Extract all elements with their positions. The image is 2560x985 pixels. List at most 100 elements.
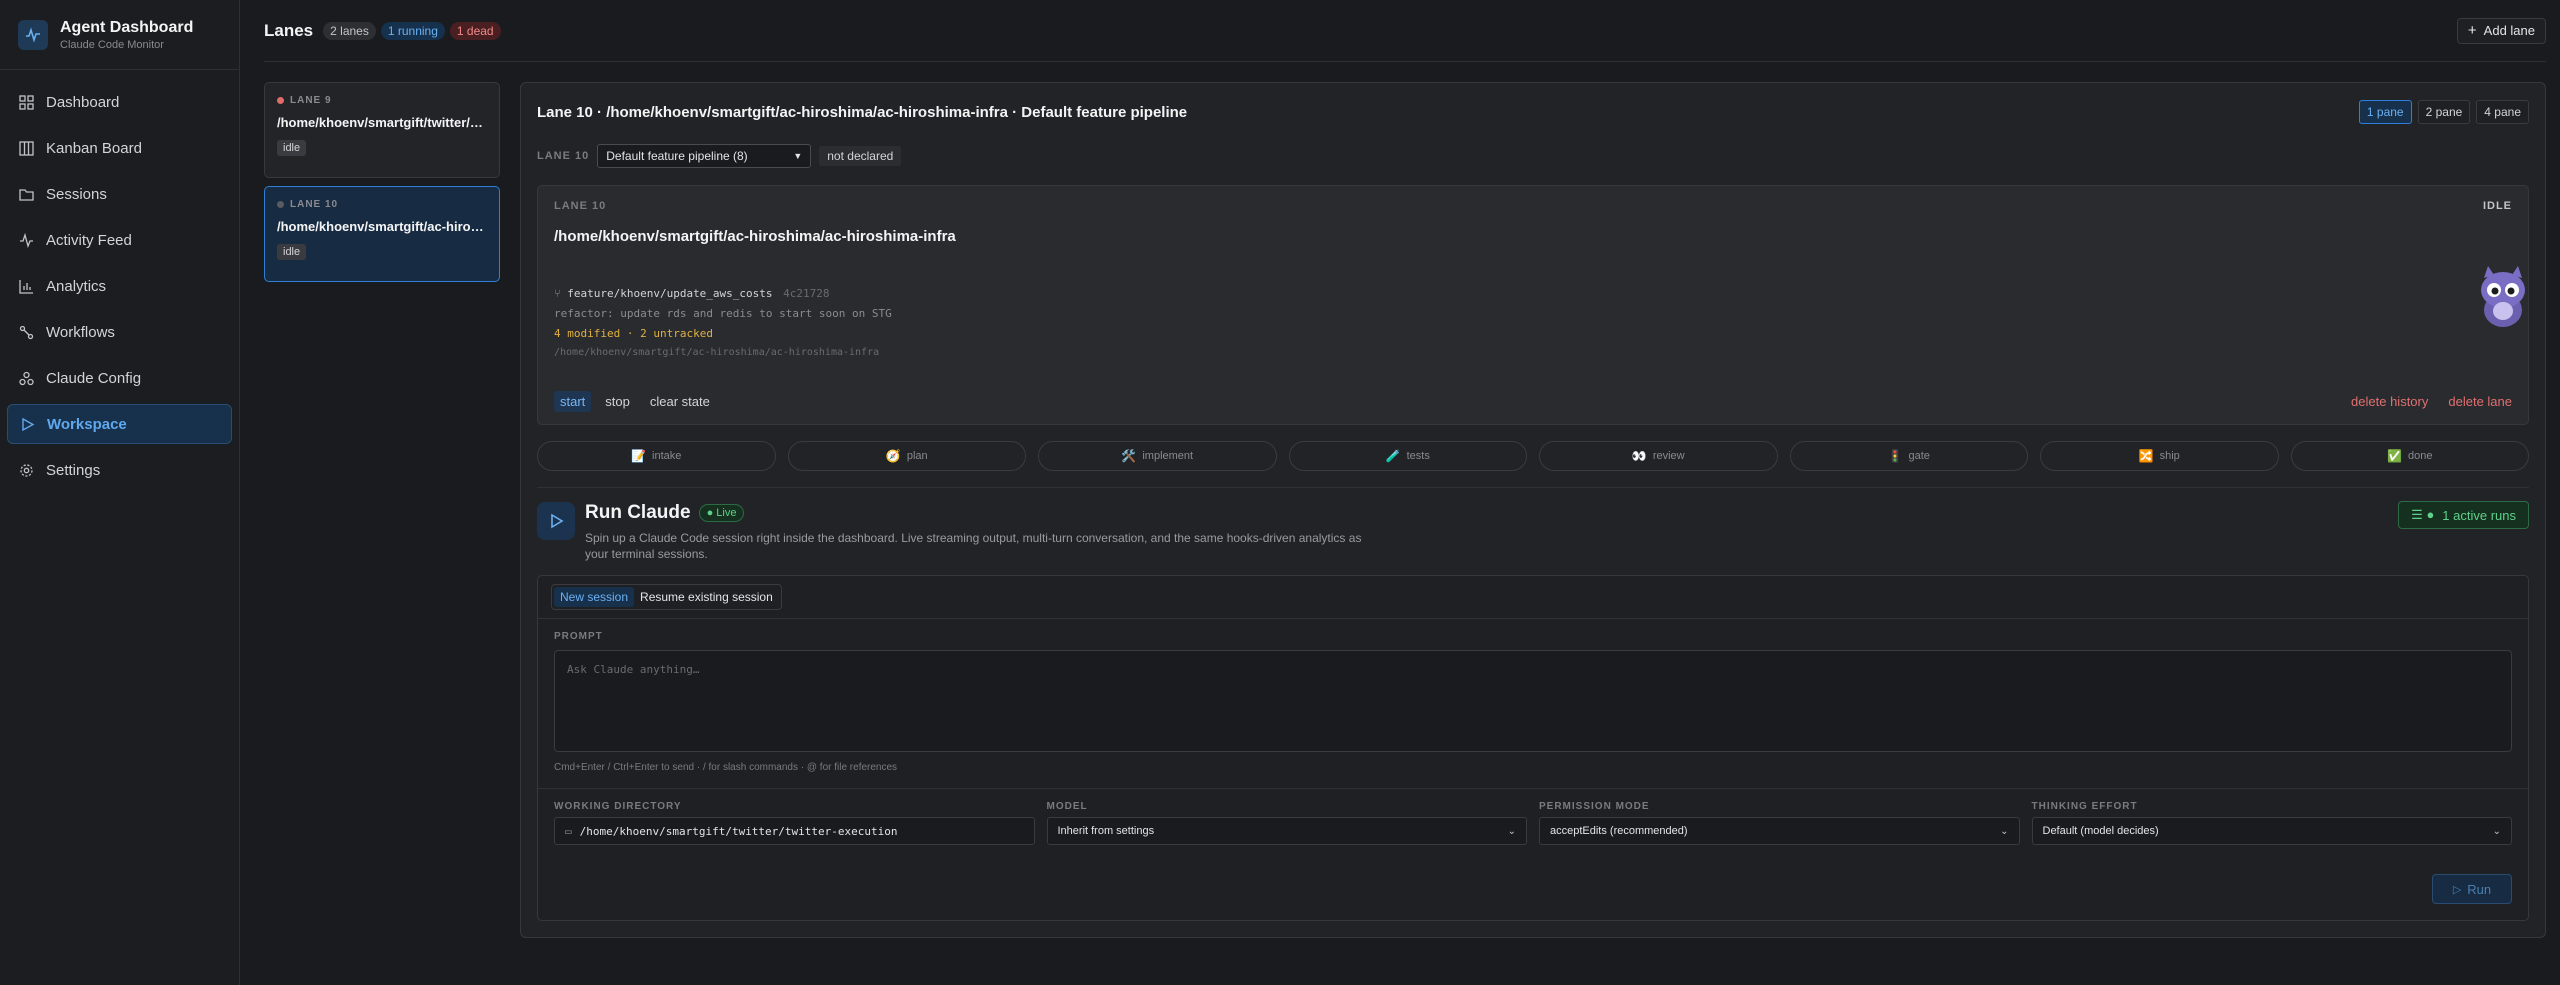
nav-label: Kanban Board — [46, 139, 142, 157]
live-label: Live — [716, 507, 737, 519]
run-button-label: Run — [2467, 881, 2492, 897]
lane-detail-path: /home/khoenv/smartgift/ac-hiroshima/ac-h… — [554, 228, 956, 245]
chevron-down-icon: ⌄ — [1507, 825, 1516, 837]
run-title: Run Claude — [585, 502, 691, 523]
lane-detail-card: LANE 10 IDLE /home/khoenv/smartgift/ac-h… — [537, 185, 2529, 425]
permission-select[interactable]: acceptEdits (recommended) ⌄ — [1539, 817, 2020, 845]
stage-label: implement — [1142, 450, 1194, 462]
prompt-area: PROMPT Ask Claude anything… Cmd+Enter / … — [538, 619, 2528, 789]
two-pane-button[interactable]: 2 pane — [2417, 100, 2471, 124]
workdir-label: WORKING DIRECTORY — [554, 801, 682, 812]
delete-lane-button[interactable]: delete lane — [2448, 394, 2512, 409]
lane-detail-header: LANE 10 IDLE — [554, 200, 2512, 212]
pipeline-select[interactable]: Default feature pipeline (8) ▼ — [597, 144, 812, 168]
model-select[interactable]: Inherit from settings ⌄ — [1046, 817, 1527, 845]
eyes-icon: 👀 — [1631, 449, 1647, 463]
lane-state-badge: idle — [277, 140, 307, 156]
stage-label: plan — [906, 450, 928, 462]
session-tabs: New session Resume existing session — [551, 584, 782, 610]
branch-name: feature/khoenv/update_aws_costs — [567, 287, 773, 300]
lane-card-9[interactable]: LANE 9 /home/khoenv/smartgift/twitter/tw… — [264, 82, 500, 178]
brand: Agent Dashboard Claude Code Monitor — [0, 0, 239, 70]
clear-state-button[interactable]: clear state — [644, 391, 716, 412]
nav-item-analytics[interactable]: Analytics — [7, 266, 232, 306]
stage-done[interactable]: ✅ done — [2290, 441, 2529, 471]
lane-path: /home/khoenv/smartgift/ac-hiroshima/ac-h… — [277, 219, 487, 234]
nav-item-dashboard[interactable]: Dashboard — [7, 82, 232, 122]
nav-item-activity-feed[interactable]: Activity Feed — [7, 220, 232, 260]
prompt-input[interactable]: Ask Claude anything… — [554, 650, 2512, 752]
lane-list: LANE 9 /home/khoenv/smartgift/twitter/tw… — [264, 82, 500, 938]
workdir-field: WORKING DIRECTORY ▭ /home/khoenv/smartgi… — [554, 801, 1035, 845]
pipeline-stages: 📝 intake 🧭 plan 🛠️ implement 🧪 tests 👀 review… — [537, 441, 2529, 471]
stage-plan[interactable]: 🧭 plan — [787, 441, 1026, 471]
delete-history-button[interactable]: delete history — [2351, 394, 2428, 409]
stage-intake[interactable]: 📝 intake — [537, 441, 776, 471]
grid-icon — [19, 94, 34, 110]
effort-select[interactable]: Default (model decides) ⌄ — [2031, 817, 2512, 845]
active-runs-label: 1 active runs — [2442, 507, 2516, 523]
stage-review[interactable]: 👀 review — [1539, 441, 1778, 471]
panel-title: Lane 10 · /home/khoenv/smartgift/ac-hiro… — [537, 103, 1188, 121]
lane-cwd: /home/khoenv/smartgift/ac-hiroshima/ac-h… — [554, 347, 880, 358]
sidebar: Agent Dashboard Claude Code Monitor Dash… — [0, 0, 240, 985]
stage-label: gate — [1908, 450, 1930, 462]
memo-icon: 📝 — [631, 449, 647, 463]
plus-icon: + — [2467, 22, 2477, 39]
nav-item-settings[interactable]: Settings — [7, 450, 232, 490]
four-pane-button[interactable]: 4 pane — [2476, 100, 2529, 124]
folder-icon — [19, 188, 34, 201]
chevron-down-icon: ⌄ — [2492, 825, 2501, 837]
brand-title: Agent Dashboard — [60, 18, 194, 36]
stage-tests[interactable]: 🧪 tests — [1288, 441, 1527, 471]
stage-implement[interactable]: 🛠️ implement — [1038, 441, 1277, 471]
run-title-row: Run Claude ● Live — [585, 502, 1385, 524]
tab-new-session[interactable]: New session — [554, 587, 635, 607]
prompt-hint: Cmd+Enter / Ctrl+Enter to send · / for s… — [554, 762, 898, 773]
workflow-icon — [19, 325, 34, 339]
stage-gate[interactable]: 🚦 gate — [1789, 441, 2028, 471]
run-claude-header: Run Claude ● Live Spin up a Claude Code … — [537, 487, 2529, 575]
list-icon: ☰ ● — [2411, 507, 2435, 522]
nav-item-workspace[interactable]: Workspace — [7, 404, 232, 444]
lane-card-10[interactable]: LANE 10 /home/khoenv/smartgift/ac-hirosh… — [264, 186, 500, 282]
lane-path: /home/khoenv/smartgift/twitter/twitter-e… — [277, 115, 487, 130]
run-button[interactable]: ▷ Run — [2432, 874, 2512, 904]
effort-value: Default (model decides) — [2042, 825, 2159, 837]
workdir-input[interactable]: ▭ /home/khoenv/smartgift/twitter/twitter… — [554, 817, 1035, 845]
pane-layout-group: 1 pane 2 pane 4 pane — [2353, 100, 2529, 124]
run-description: Spin up a Claude Code session right insi… — [585, 531, 1362, 561]
nav-item-workflows[interactable]: Workflows — [7, 312, 232, 352]
git-info: ⑂ feature/khoenv/update_aws_costs 4c2172… — [554, 287, 2512, 358]
dead-count-badge: 1 dead — [449, 21, 501, 40]
shuffle-icon: 🔀 — [2138, 449, 2154, 463]
active-runs-button[interactable]: ☰ ● 1 active runs — [2398, 501, 2529, 529]
model-label: MODEL — [1046, 801, 1088, 812]
play-icon: ▷ — [2452, 883, 2462, 896]
start-button[interactable]: start — [554, 391, 592, 412]
nav-item-kanban[interactable]: Kanban Board — [7, 128, 232, 168]
commit-message: refactor: update rds and redis to start … — [554, 307, 892, 320]
stage-label: ship — [2159, 450, 2180, 462]
nav-label: Sessions — [46, 185, 107, 203]
nav-item-claude-config[interactable]: Claude Config — [7, 358, 232, 398]
nav-item-sessions[interactable]: Sessions — [7, 174, 232, 214]
model-value: Inherit from settings — [1057, 825, 1155, 837]
stop-button[interactable]: stop — [599, 391, 636, 412]
lane-status: IDLE — [2482, 200, 2512, 212]
pipeline-select-value: Default feature pipeline (8) — [606, 149, 748, 163]
workdir-value: /home/khoenv/smartgift/twitter/twitter-e… — [579, 824, 898, 838]
nav-label: Claude Config — [46, 369, 142, 387]
nav-label: Settings — [46, 461, 101, 479]
lane-actions: start stop clear state delete history de… — [554, 391, 2512, 412]
run-options: WORKING DIRECTORY ▭ /home/khoenv/smartgi… — [538, 789, 2528, 845]
one-pane-button[interactable]: 1 pane — [2358, 100, 2412, 124]
brand-subtitle: Claude Code Monitor — [60, 38, 164, 51]
nav-label: Analytics — [46, 277, 107, 295]
stage-ship[interactable]: 🔀 ship — [2040, 441, 2279, 471]
panel-header: Lane 10 · /home/khoenv/smartgift/ac-hiro… — [537, 83, 2529, 141]
add-lane-button[interactable]: + Add lane — [2456, 17, 2546, 44]
tab-resume-session[interactable]: Resume existing session — [634, 587, 779, 607]
test-tube-icon: 🧪 — [1385, 449, 1401, 463]
nav-label: Activity Feed — [46, 231, 132, 249]
